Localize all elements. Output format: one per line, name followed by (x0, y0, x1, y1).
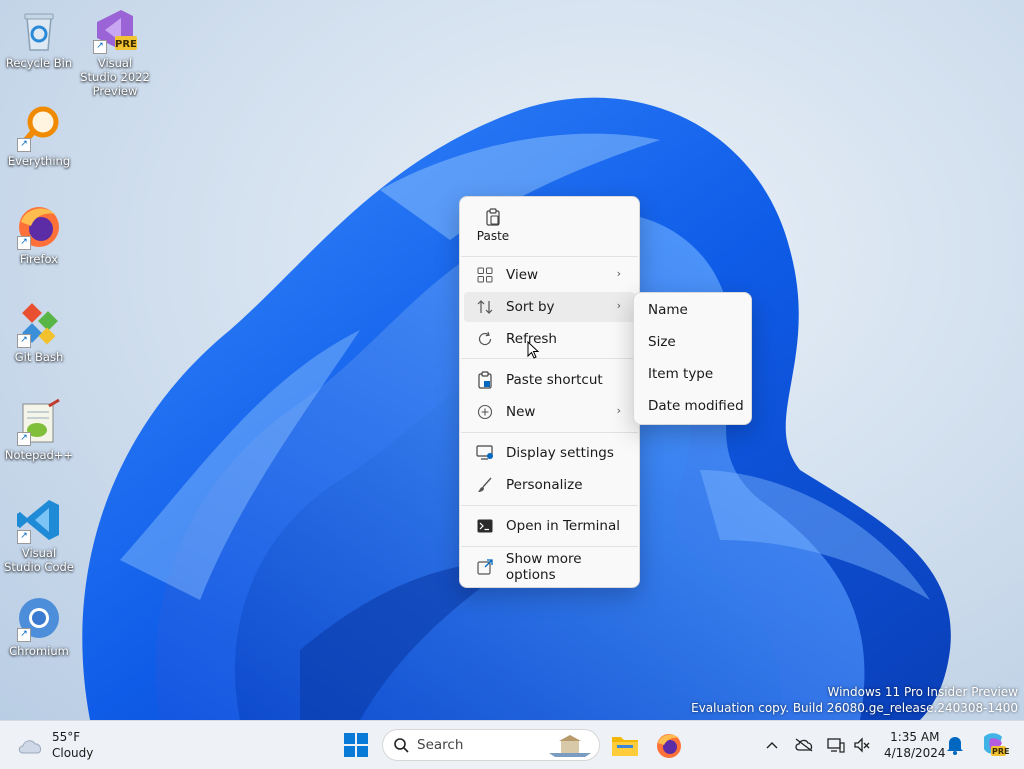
paste-icon (486, 208, 500, 226)
refresh-icon (478, 331, 492, 346)
menu-item-new[interactable]: New › (464, 397, 635, 427)
copilot-preview-badge: PRE (992, 747, 1010, 756)
file-explorer-icon[interactable] (611, 732, 639, 758)
sort-icon (477, 300, 493, 314)
desktop-icon-chromium[interactable]: ↗ Chromium (4, 594, 74, 658)
clock-time: 1:35 AM (890, 730, 940, 744)
menu-separator (461, 256, 638, 257)
watermark-line-2: Evaluation copy. Build 26080.ge_release.… (691, 701, 1018, 715)
menu-item-label: Show more options (505, 551, 582, 583)
network-tray[interactable] (826, 735, 846, 755)
shortcut-arrow-icon: ↗ (17, 530, 31, 544)
menu-item-personalize[interactable]: Personalize (464, 470, 635, 500)
volume-tray[interactable] (852, 735, 872, 755)
volume-muted-icon (854, 737, 870, 753)
system-clock[interactable]: 1:35 AM 4/18/2024 (884, 729, 946, 761)
chevron-right-icon: › (616, 404, 621, 417)
desktop-context-menu: Paste View › Sort by › Refresh Paste sho… (459, 196, 640, 588)
shortcut-arrow-icon: ↗ (17, 138, 31, 152)
menu-item-sort-by[interactable]: Sort by › (464, 292, 635, 322)
menu-item-show-more-options[interactable]: Show more options (464, 551, 635, 583)
menu-separator (461, 432, 638, 433)
watermark-line-1: Windows 11 Pro Insider Preview (827, 685, 1018, 699)
desktop-icon-label: Visual Studio Code (4, 546, 74, 574)
desktop-icon-label: Notepad++ (4, 448, 74, 462)
menu-item-refresh[interactable]: Refresh (464, 324, 635, 354)
shortcut-arrow-icon: ↗ (17, 236, 31, 250)
desktop-icon-visual-studio[interactable]: PRE ↗ Visual Studio 2022 Preview (80, 6, 150, 98)
weather-widget[interactable]: 55°F Cloudy (16, 729, 93, 761)
menu-item-label: Display settings (506, 445, 614, 461)
menu-item-label: Paste shortcut (506, 372, 603, 388)
taskbar: 55°F Cloudy Search 1:35 AM 4/18/2024 PRE (0, 720, 1024, 769)
desktop-icon-everything[interactable]: ↗ Everything (4, 104, 74, 168)
sort-by-submenu: Name Size Item type Date modified (633, 292, 752, 425)
desktop-icon-label: Git Bash (14, 350, 64, 364)
desktop-icon-label: Chromium (9, 644, 69, 658)
menu-item-paste-shortcut[interactable]: Paste shortcut (464, 365, 635, 395)
desktop-icon-git-bash[interactable]: ↗ Git Bash (4, 300, 74, 364)
menu-separator (461, 358, 638, 359)
paste-button[interactable]: Paste (470, 205, 516, 253)
evaluation-watermark: Windows 11 Pro Insider Preview Evaluatio… (691, 684, 1018, 716)
chevron-up-icon (766, 742, 778, 749)
paste-shortcut-icon (478, 371, 492, 389)
paste-label: Paste (476, 229, 510, 243)
menu-item-label: New (506, 404, 536, 420)
search-placeholder: Search (417, 737, 464, 753)
firefox-taskbar-icon[interactable] (655, 731, 683, 759)
show-hidden-icons-button[interactable] (762, 735, 782, 755)
sort-by-name[interactable]: Name (648, 302, 688, 318)
search-icon (394, 738, 409, 753)
desktop-icon-notepad-plus-plus[interactable]: ↗ Notepad++ (4, 398, 74, 462)
shortcut-arrow-icon: ↗ (17, 628, 31, 642)
menu-item-label: Personalize (506, 477, 583, 493)
weather-condition: Cloudy (52, 746, 94, 760)
menu-separator (461, 505, 638, 506)
brush-icon (478, 477, 492, 492)
menu-item-label: Open in Terminal (506, 518, 620, 534)
new-plus-icon (477, 404, 493, 420)
copilot-button[interactable]: PRE (980, 731, 1010, 757)
shortcut-arrow-icon: ↗ (93, 40, 107, 54)
search-highlight-illustration-icon (549, 735, 591, 757)
notification-bell-icon[interactable] (946, 735, 964, 755)
sort-by-size[interactable]: Size (648, 334, 676, 350)
chevron-right-icon: › (616, 299, 621, 312)
display-settings-icon (476, 445, 493, 460)
taskbar-search-box[interactable]: Search (382, 729, 600, 761)
menu-separator (461, 546, 638, 547)
shortcut-arrow-icon: ↗ (17, 334, 31, 348)
desktop-icon-label: Everything (7, 154, 71, 168)
more-options-icon (477, 559, 493, 575)
desktop-icon-label: Firefox (19, 252, 59, 266)
menu-item-label: View (506, 267, 539, 283)
desktop-icon-label: Recycle Bin (5, 56, 73, 70)
clock-date: 4/18/2024 (884, 746, 946, 760)
weather-temperature: 55°F (52, 730, 81, 744)
onedrive-tray[interactable] (794, 735, 814, 755)
grid-view-icon (477, 267, 493, 283)
cloud-offline-icon (795, 738, 813, 752)
menu-item-label: Sort by (506, 299, 555, 315)
preview-badge: PRE (115, 39, 137, 50)
network-icon (827, 738, 845, 753)
desktop-icon-label: Visual Studio 2022 Preview (80, 56, 150, 98)
menu-item-display-settings[interactable]: Display settings (464, 438, 635, 468)
menu-item-view[interactable]: View › (464, 260, 635, 290)
desktop-icon-vscode[interactable]: ↗ Visual Studio Code (4, 496, 74, 574)
cloud-icon (18, 740, 42, 754)
mouse-cursor-icon (527, 341, 539, 359)
shortcut-arrow-icon: ↗ (17, 432, 31, 446)
chevron-right-icon: › (616, 267, 621, 280)
desktop-icon-firefox[interactable]: ↗ Firefox (4, 202, 74, 266)
sort-by-item-type[interactable]: Item type (648, 366, 713, 382)
menu-item-open-in-terminal[interactable]: Open in Terminal (464, 511, 635, 541)
desktop-icon-recycle-bin[interactable]: Recycle Bin (4, 6, 74, 70)
start-button[interactable] (343, 732, 369, 758)
sort-by-date-modified[interactable]: Date modified (648, 398, 744, 414)
recycle-bin-icon (24, 13, 54, 51)
terminal-icon (477, 519, 493, 533)
